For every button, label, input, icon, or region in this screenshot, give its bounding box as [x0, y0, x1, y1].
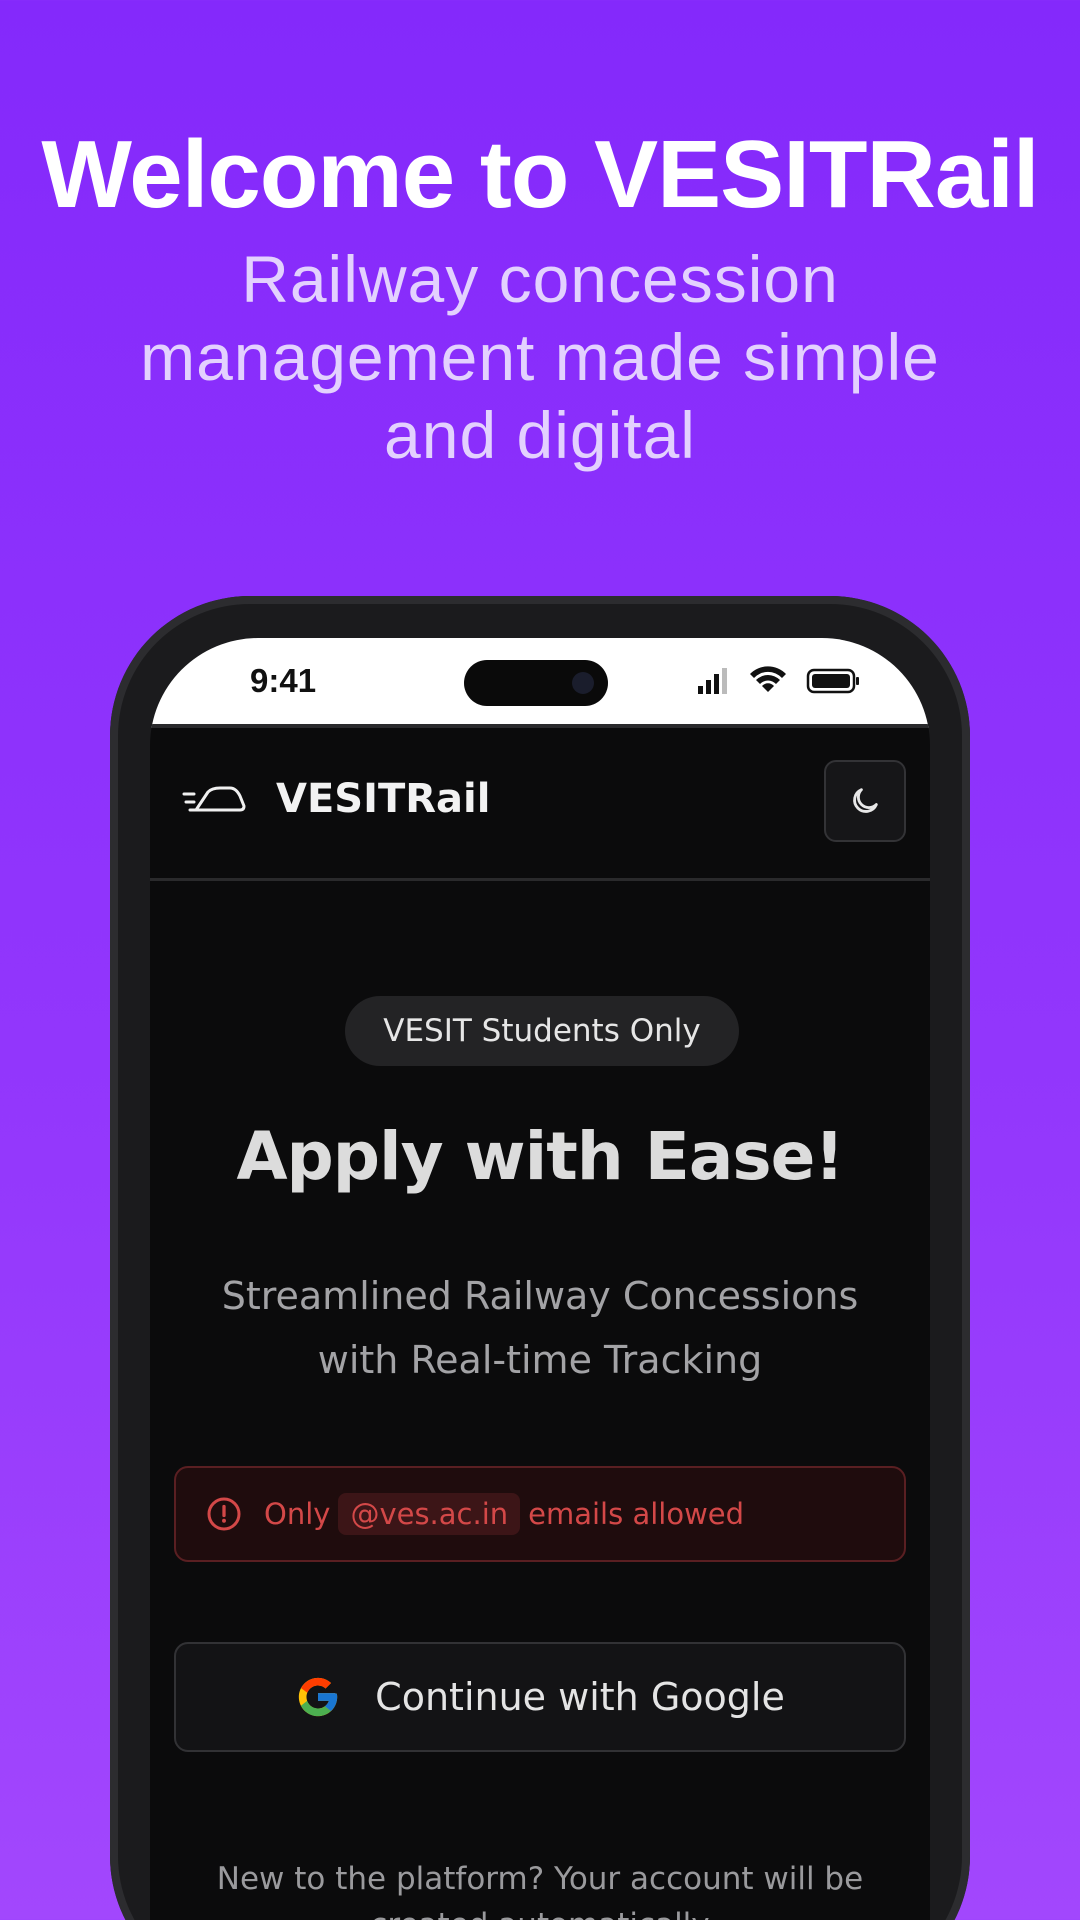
alert-prefix: Only [264, 1497, 331, 1531]
hero-title: Welcome to VESITRail [41, 121, 1039, 228]
train-icon[interactable] [182, 780, 246, 820]
alert-suffix: emails allowed [528, 1497, 745, 1531]
signal-icon [698, 668, 727, 694]
phone-screen: 9:41 VESITRail VESIT Students Only Apply… [150, 638, 930, 1920]
app-name[interactable]: VESITRail [276, 776, 490, 822]
hero-subtitle: Railway concession management made simpl… [140, 242, 940, 472]
wifi-icon [750, 666, 786, 692]
continue-with-google-button[interactable]: Continue with Google [174, 1642, 906, 1752]
students-only-badge: VESIT Students Only [345, 996, 739, 1066]
alert-domain: @ves.ac.in [338, 1493, 521, 1535]
status-bar: 9:41 [150, 638, 930, 728]
status-icons [698, 666, 859, 694]
main-heading: Apply with Ease! [236, 1118, 844, 1195]
status-time: 9:41 [250, 662, 317, 699]
camera-icon [572, 672, 594, 694]
alert-circle-icon [207, 1497, 241, 1531]
main-subheading: Streamlined Railway Concessions with Rea… [221, 1274, 859, 1382]
theme-toggle-button[interactable] [824, 760, 906, 842]
battery-icon [806, 668, 859, 694]
account-footnote: New to the platform? Your account will b… [216, 1861, 864, 1920]
google-icon [299, 1677, 338, 1717]
email-restriction-alert: Only @ves.ac.in emails allowed [174, 1466, 906, 1562]
moon-icon [853, 788, 878, 813]
app-header: VESITRail [150, 728, 930, 881]
dynamic-island [464, 660, 608, 706]
google-button-label: Continue with Google [375, 1675, 785, 1719]
